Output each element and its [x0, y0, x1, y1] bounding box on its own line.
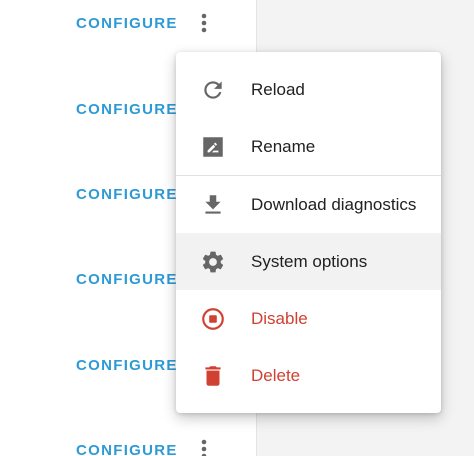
menu-item-delete[interactable]: Delete [176, 347, 441, 404]
overflow-menu-icon[interactable] [193, 11, 215, 35]
menu-item-label: Reload [251, 80, 305, 99]
menu-item-reload[interactable]: Reload [176, 61, 441, 118]
menu-item-label: Disable [251, 309, 308, 328]
menu-item-label: Rename [251, 137, 316, 156]
menu-item-label: Delete [251, 366, 301, 385]
overflow-menu: Reload Rename Download diagnostics Syste… [176, 52, 441, 413]
menu-item-label: System options [251, 252, 368, 271]
gear-icon [200, 249, 226, 275]
trash-icon [200, 363, 226, 389]
menu-item-label: Download diagnostics [251, 195, 417, 214]
menu-item-disable[interactable]: Disable [176, 290, 441, 347]
integration-page: CONFIGURE CONFIGURE CONFIGURE CONFIGURE … [0, 0, 474, 456]
reload-icon [200, 77, 226, 103]
overflow-menu-icon[interactable] [193, 437, 215, 456]
configure-button[interactable]: CONFIGURE [76, 15, 178, 33]
menu-item-system-options[interactable]: System options [176, 233, 441, 290]
stop-circle-icon [200, 306, 226, 332]
rename-icon [200, 134, 226, 160]
configure-button[interactable]: CONFIGURE [76, 442, 178, 456]
download-icon [200, 192, 226, 218]
configure-button[interactable]: CONFIGURE [76, 271, 178, 289]
menu-item-rename[interactable]: Rename [176, 118, 441, 175]
configure-button[interactable]: CONFIGURE [76, 357, 178, 375]
menu-item-download-diagnostics[interactable]: Download diagnostics [176, 176, 441, 233]
configure-button[interactable]: CONFIGURE [76, 186, 178, 204]
configure-button[interactable]: CONFIGURE [76, 101, 178, 119]
